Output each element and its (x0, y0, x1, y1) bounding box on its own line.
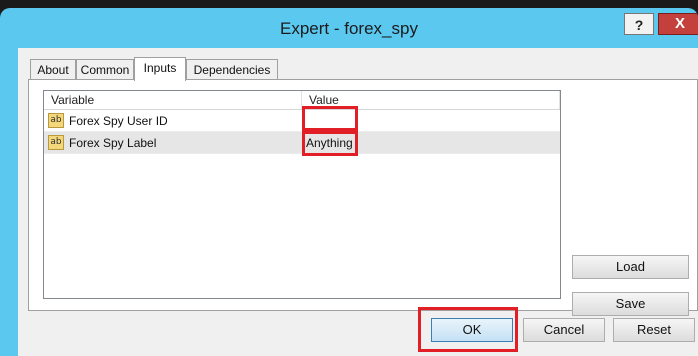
tab-common[interactable]: Common (76, 59, 134, 79)
table-row[interactable]: ab Forex Spy Label Anything (44, 132, 560, 154)
tab-inputs[interactable]: Inputs (134, 57, 186, 81)
close-button[interactable]: X (658, 13, 698, 35)
cancel-button[interactable]: Cancel (523, 318, 605, 342)
inputs-panel: Variable Value ab Forex Spy User ID ab F… (28, 79, 698, 316)
load-button[interactable]: Load (572, 255, 689, 279)
string-type-icon: ab (48, 113, 64, 128)
column-header-value[interactable]: Value (302, 91, 560, 109)
ok-button[interactable]: OK (431, 318, 513, 342)
string-type-icon: ab (48, 135, 64, 150)
title-bar[interactable]: Expert - forex_spy ? X (0, 8, 698, 48)
save-button[interactable]: Save (572, 292, 689, 316)
variable-cell: ab Forex Spy Label (44, 132, 302, 154)
window-title: Expert - forex_spy (280, 19, 418, 38)
expert-dialog: Expert - forex_spy ? X About Common Inpu… (0, 8, 698, 356)
table-row[interactable]: ab Forex Spy User ID (44, 110, 560, 132)
user-id-value-cell[interactable] (302, 110, 560, 132)
grid-header: Variable Value (44, 91, 560, 110)
variable-name: Forex Spy Label (69, 136, 157, 150)
inputs-grid: Variable Value ab Forex Spy User ID ab F… (43, 90, 561, 299)
variable-cell: ab Forex Spy User ID (44, 110, 302, 132)
dialog-client-area: About Common Inputs Dependencies Variabl… (18, 48, 698, 356)
label-value-cell[interactable]: Anything (302, 132, 560, 154)
tab-about[interactable]: About (30, 59, 76, 79)
column-header-variable[interactable]: Variable (44, 91, 302, 109)
tab-dependencies[interactable]: Dependencies (186, 59, 278, 79)
variable-name: Forex Spy User ID (69, 114, 168, 128)
help-button[interactable]: ? (624, 13, 654, 35)
reset-button[interactable]: Reset (613, 318, 695, 342)
